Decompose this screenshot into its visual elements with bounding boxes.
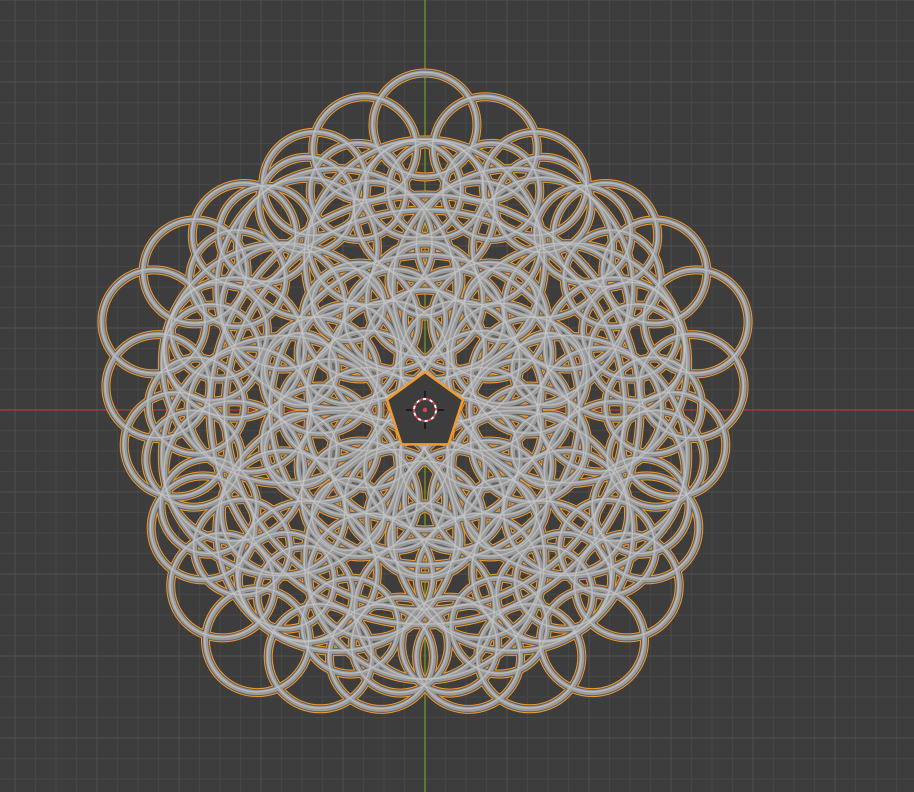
origin-dot [422, 407, 428, 413]
3d-viewport[interactable] [0, 0, 914, 792]
viewport-canvas[interactable] [0, 0, 914, 792]
